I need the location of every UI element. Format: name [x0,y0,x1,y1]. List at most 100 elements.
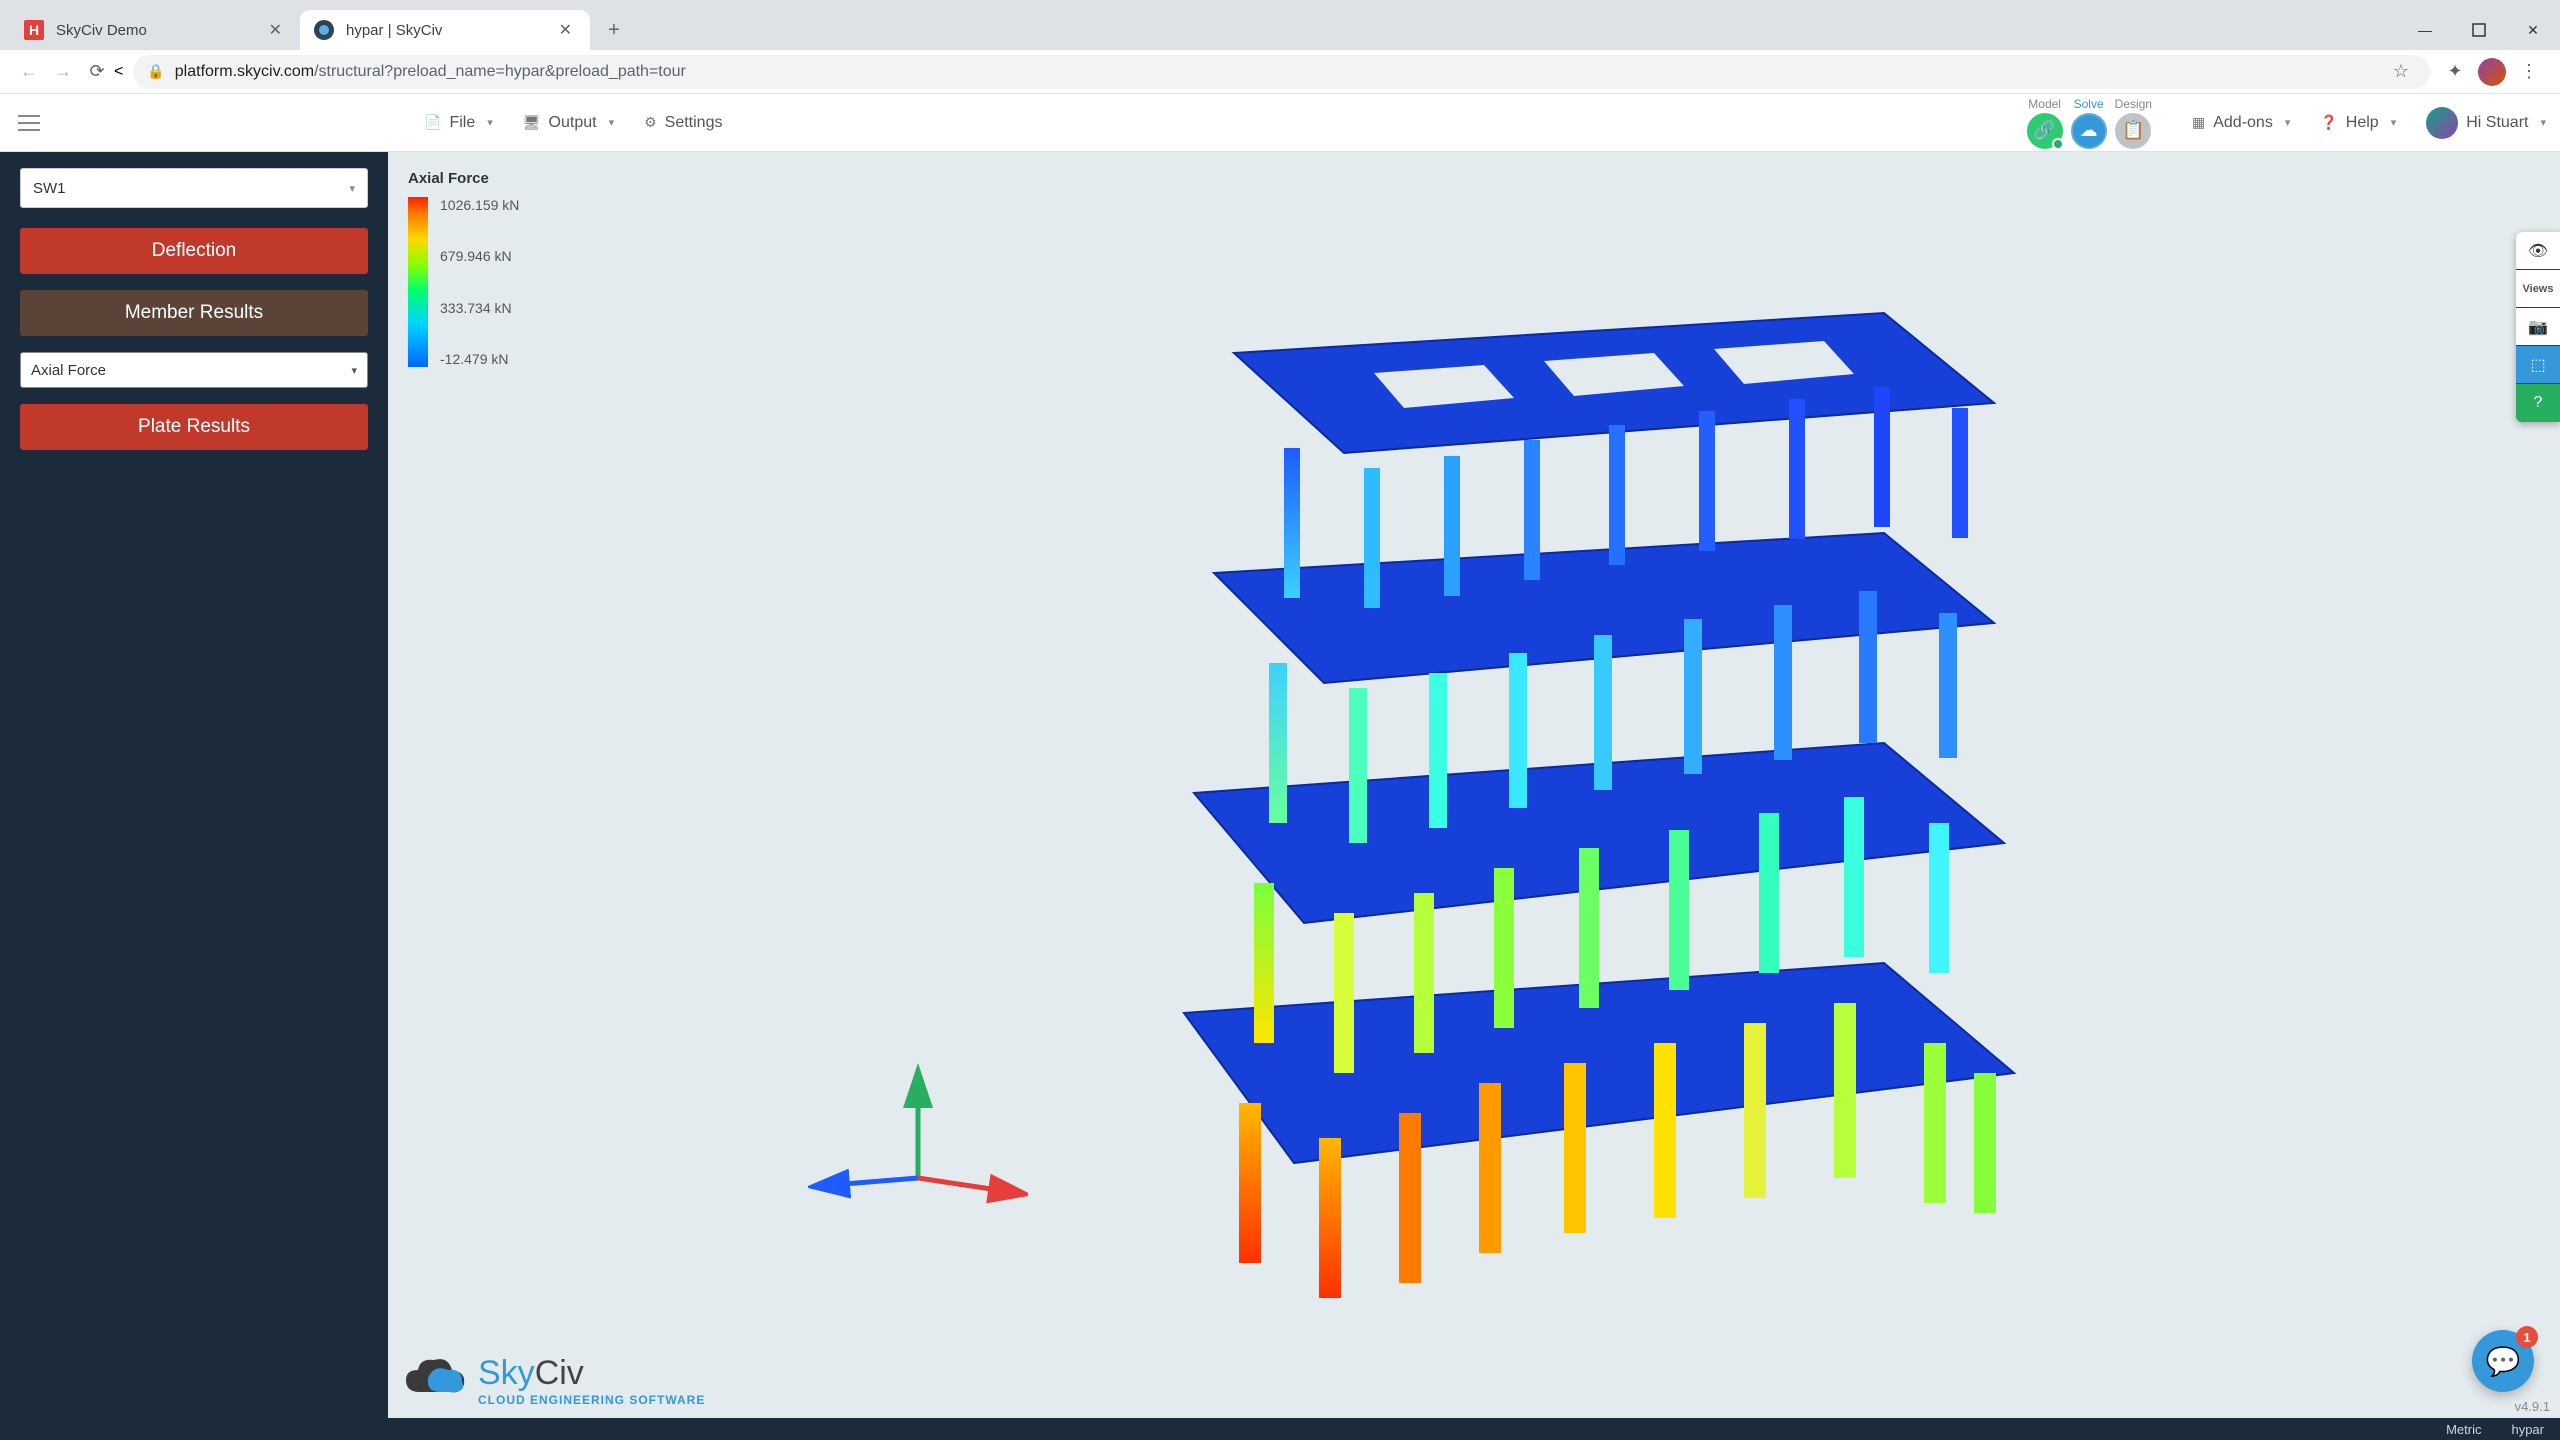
browser-menu-icon[interactable]: ⋮ [2514,57,2544,87]
file-menu[interactable]: 📄 File ▾ [424,114,493,132]
settings-menu[interactable]: ⚙ Settings [644,114,722,132]
menu-label: Output [549,114,597,132]
close-icon[interactable]: ✕ [555,20,576,40]
cube-icon: ⬚ [2530,355,2545,375]
force-type-select[interactable]: Axial Force ▾ [20,352,368,388]
visibility-button[interactable]: 👁 [2516,232,2560,270]
axis-gizmo [808,1058,1028,1218]
results-sidebar: SW1 ▾ Deflection Member Results Axial Fo… [0,152,388,1418]
menu-label: Add-ons [2213,114,2273,132]
maximize-button[interactable] [2452,10,2506,50]
legend-title: Axial Force [408,170,519,187]
gradient-bar [408,197,428,367]
status-model[interactable]: hypar [2511,1422,2544,1437]
model-mode-button[interactable]: Model 🔗 [2027,97,2063,149]
legend-value: 333.734 kN [440,300,519,316]
browser-profile-avatar[interactable] [2478,58,2506,86]
button-label: Deflection [152,240,237,262]
url-input[interactable]: 🔒 platform.skyciv.com/structural?preload… [133,55,2430,89]
model-icon: 🔗 [2027,113,2063,149]
back-button[interactable]: ← [12,55,46,89]
chevron-down-icon: ▾ [2540,116,2546,129]
color-legend: Axial Force 1026.159 kN 679.946 kN 333.7… [408,170,519,367]
logo-text-a: Sky [478,1354,535,1392]
tab-title: hypar | SkyCiv [346,22,555,39]
browser-tab-strip: H SkyCiv Demo ✕ hypar | SkyCiv ✕ + — ✕ [0,0,2560,50]
minimize-button[interactable]: — [2398,10,2452,50]
extensions-icon[interactable]: ✦ [2440,57,2470,87]
new-tab-button[interactable]: + [596,12,632,48]
select-value: SW1 [33,180,66,197]
version-label: v4.9.1 [2515,1399,2550,1414]
mode-label: Solve [2074,97,2104,111]
lock-icon: 🔒 [147,63,164,80]
hamburger-menu[interactable] [14,108,44,138]
views-button[interactable]: Views [2516,270,2560,308]
browser-tab-2[interactable]: hypar | SkyCiv ✕ [300,10,590,50]
hypar-favicon: H [24,20,44,40]
reload-button[interactable]: ⟳ [80,55,114,89]
star-icon[interactable]: ☆ [2386,57,2416,87]
chevron-down-icon: ▾ [2391,116,2397,129]
button-label: Plate Results [138,416,250,438]
status-bar: Metric hypar [0,1418,2560,1440]
chevron-down-icon: ▾ [2285,116,2291,129]
addons-menu[interactable]: ▦ Add-ons ▾ [2192,114,2290,132]
legend-value: 679.946 kN [440,248,519,264]
tab-title: SkyCiv Demo [56,22,265,39]
menu-label: Settings [665,114,723,132]
url-path: /structural?preload_name=hypar&preload_p… [314,63,686,81]
close-window-button[interactable]: ✕ [2506,10,2560,50]
chevron-down-icon: ▾ [351,364,357,377]
deflection-button[interactable]: Deflection [20,228,368,274]
design-mode-button[interactable]: Design 📋 [2115,97,2152,149]
legend-value: 1026.159 kN [440,197,519,213]
plate-results-button[interactable]: Plate Results [20,404,368,450]
select-value: Axial Force [31,362,106,379]
chat-launcher[interactable]: 💬 1 [2472,1330,2534,1392]
logo-text-b: Civ [535,1354,584,1392]
close-icon[interactable]: ✕ [265,20,286,40]
3d-viewport[interactable]: Axial Force 1026.159 kN 679.946 kN 333.7… [388,152,2560,1418]
chevron-down-icon: ▾ [487,116,493,129]
user-greeting: Hi Stuart [2466,114,2528,132]
camera-icon: 📷 [2528,317,2548,337]
solve-mode-button[interactable]: Solve ☁ [2071,97,2107,149]
status-units[interactable]: Metric [2446,1422,2481,1437]
design-icon: 📋 [2115,113,2151,149]
forward-button[interactable]: → [46,55,80,89]
avatar [2426,107,2458,139]
screenshot-button[interactable]: 📷 [2516,308,2560,346]
mode-label: Design [2115,97,2152,111]
cloud-logo-icon [400,1350,470,1410]
structure-render [874,213,2074,1313]
help-icon: ❓ [2320,114,2337,131]
browser-tab-1[interactable]: H SkyCiv Demo ✕ [10,10,300,50]
chat-badge: 1 [2516,1326,2538,1348]
views-label: Views [2523,283,2554,295]
button-label: Member Results [125,302,263,324]
member-results-button[interactable]: Member Results [20,290,368,336]
tips-button[interactable]: ? [2516,384,2560,422]
monitor-icon: 🖥 [523,114,541,131]
cloud-icon: ☁ [2071,113,2107,149]
app-toolbar: 📄 File ▾ 🖥 Output ▾ ⚙ Settings Model 🔗 S… [0,94,2560,152]
logo-tagline: CLOUD ENGINEERING SOFTWARE [478,1393,705,1407]
menu-label: Help [2346,114,2379,132]
user-menu[interactable]: Hi Stuart ▾ [2426,107,2546,139]
menu-label: File [449,114,475,132]
load-case-select[interactable]: SW1 ▾ [20,168,368,208]
help-menu[interactable]: ❓ Help ▾ [2320,114,2396,132]
address-bar: ← → ⟳ < 🔒 platform.skyciv.com/structural… [0,50,2560,94]
chevron-down-icon: ▾ [349,182,355,195]
chat-icon: 💬 [2486,1345,2521,1378]
output-menu[interactable]: 🖥 Output ▾ [523,114,614,132]
gear-icon: ⚙ [644,114,657,131]
chevron-down-icon: ▾ [609,116,615,129]
3d-toggle-button[interactable]: ⬚ [2516,346,2560,384]
url-host: platform.skyciv.com [175,63,314,81]
grid-icon: ▦ [2192,114,2205,131]
question-icon: ? [2534,394,2543,412]
legend-value: -12.479 kN [440,351,519,367]
view-toolbar: 👁 Views 📷 ⬚ ? [2516,232,2560,422]
